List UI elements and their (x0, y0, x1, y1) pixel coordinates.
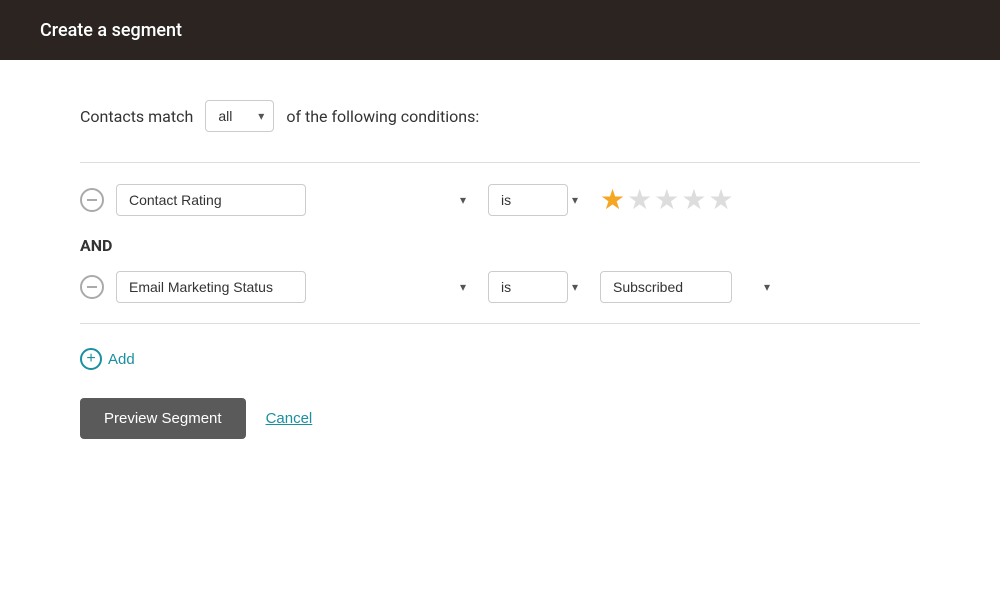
match-type-select-wrapper: all any (205, 100, 274, 132)
condition-row-1: Contact Rating Email Marketing Status Fi… (80, 183, 920, 216)
action-row: Preview Segment Cancel (80, 398, 920, 439)
star-2[interactable]: ★ (627, 183, 652, 216)
add-condition-button[interactable]: + Add (80, 348, 135, 370)
following-conditions-text: of the following conditions: (286, 107, 479, 126)
contacts-match-row: Contacts match all any of the following … (80, 100, 920, 132)
condition-2-field-wrapper: Contact Rating Email Marketing Status Fi… (116, 271, 476, 303)
remove-condition-1-button[interactable] (80, 188, 104, 212)
preview-segment-button[interactable]: Preview Segment (80, 398, 246, 439)
condition-2-operator-select[interactable]: is is not (488, 271, 568, 303)
condition-1-operator-wrapper: is is not (488, 184, 588, 216)
top-divider (80, 162, 920, 163)
minus-icon-2 (87, 286, 97, 288)
add-circle-icon: + (80, 348, 102, 370)
add-row: + Add (80, 348, 920, 370)
star-5[interactable]: ★ (708, 183, 733, 216)
match-type-select[interactable]: all any (205, 100, 274, 132)
and-label: AND (80, 236, 920, 255)
main-content: Contacts match all any of the following … (0, 60, 1000, 479)
star-4[interactable]: ★ (681, 183, 706, 216)
add-label: Add (108, 351, 135, 368)
condition-1-field-select[interactable]: Contact Rating Email Marketing Status Fi… (116, 184, 306, 216)
stars-rating: ★ ★ ★ ★ ★ (600, 183, 734, 216)
remove-condition-2-button[interactable] (80, 275, 104, 299)
condition-1-field-wrapper: Contact Rating Email Marketing Status Fi… (116, 184, 476, 216)
condition-2-field-select[interactable]: Contact Rating Email Marketing Status Fi… (116, 271, 306, 303)
condition-row-2: Contact Rating Email Marketing Status Fi… (80, 271, 920, 303)
star-1[interactable]: ★ (600, 183, 625, 216)
minus-icon (87, 199, 97, 201)
star-3[interactable]: ★ (654, 183, 679, 216)
cancel-button[interactable]: Cancel (266, 410, 313, 427)
bottom-divider (80, 323, 920, 324)
condition-2-operator-wrapper: is is not (488, 271, 588, 303)
condition-2-value-select[interactable]: Subscribed Unsubscribed Pending (600, 271, 732, 303)
contacts-match-label: Contacts match (80, 107, 193, 126)
page-header: Create a segment (0, 0, 1000, 60)
page-title: Create a segment (40, 20, 182, 41)
condition-2-value-wrapper: Subscribed Unsubscribed Pending (600, 271, 780, 303)
condition-1-operator-select[interactable]: is is not (488, 184, 568, 216)
